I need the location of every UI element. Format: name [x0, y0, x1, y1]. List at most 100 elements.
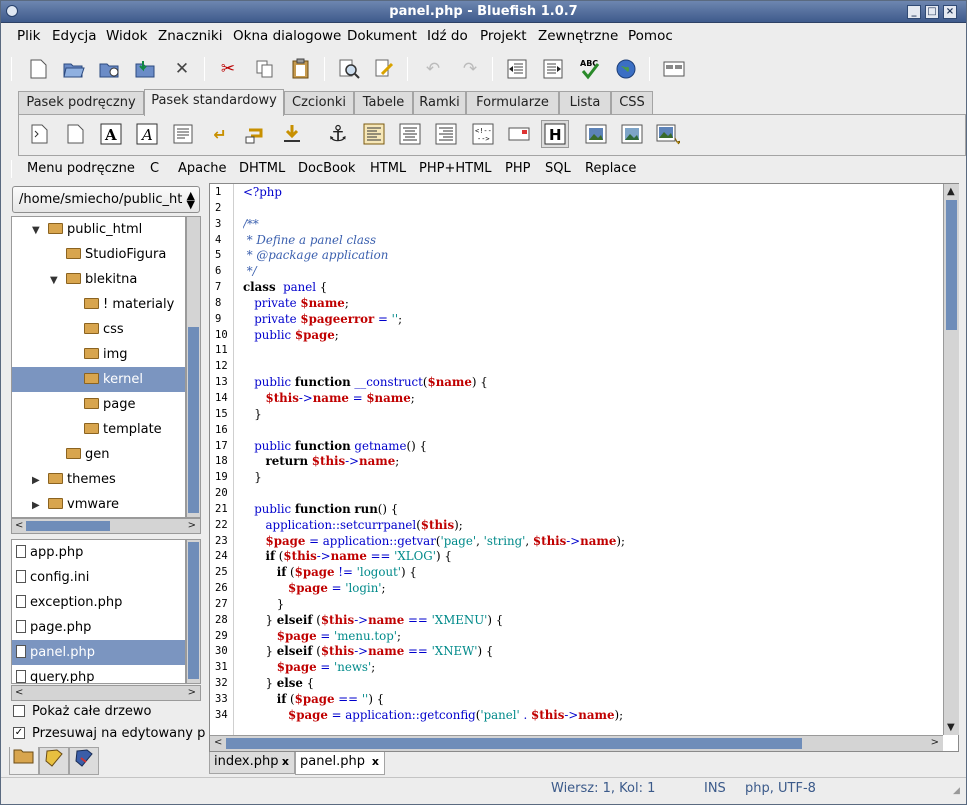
scrollbar-thumb[interactable] — [188, 542, 199, 679]
menu-plik[interactable]: Plik — [17, 28, 40, 44]
file-list-horizontal-scrollbar[interactable]: < > — [11, 685, 201, 701]
replace-icon[interactable] — [371, 55, 399, 83]
tab-pasek-standardowy[interactable]: Pasek standardowy — [144, 89, 284, 116]
anchor-icon[interactable]: ⚓ — [324, 120, 352, 148]
tree-horizontal-scrollbar[interactable]: < > — [11, 518, 201, 534]
tab-close-icon[interactable]: x — [372, 752, 379, 772]
checkmark-icon[interactable]: ✓ — [13, 726, 25, 739]
custom-menu-php-html[interactable]: PHP+HTML — [419, 161, 492, 176]
tree-item[interactable]: StudioFigura — [12, 242, 185, 267]
paste-icon[interactable] — [287, 55, 315, 83]
file-item[interactable]: page.php — [12, 615, 185, 640]
menu-idz-do[interactable]: Idź do — [427, 28, 468, 44]
path-combobox[interactable]: /home/smiecho/public_ht ▲ ▼ — [12, 186, 200, 213]
custom-menu-php[interactable]: PHP — [505, 161, 530, 176]
tree-item[interactable]: ▼ blekitna — [12, 267, 185, 292]
open-advanced-icon[interactable] — [96, 55, 124, 83]
bookmarks-tab-book-icon[interactable] — [39, 747, 69, 775]
editor-vertical-scrollbar[interactable]: ▲ ▼ — [943, 184, 959, 735]
doc-tab-index-php[interactable]: index.php x — [209, 752, 295, 774]
quickstart-icon[interactable] — [25, 120, 53, 148]
file-list[interactable]: app.php config.ini exception.php page.ph… — [11, 539, 186, 684]
scroll-right-icon[interactable]: > — [188, 687, 196, 698]
shift-left-icon[interactable] — [503, 55, 531, 83]
reference-tab-books-icon[interactable] — [69, 747, 99, 775]
scroll-right-icon[interactable]: > — [188, 520, 196, 531]
tree-item[interactable]: ▼ public_html — [12, 217, 185, 242]
menu-dokument[interactable]: Dokument — [347, 28, 417, 44]
scrollbar-thumb[interactable] — [188, 327, 199, 513]
expander-icon[interactable]: ▶ — [32, 468, 42, 493]
custom-menu-html[interactable]: HTML — [370, 161, 406, 176]
scroll-up-icon[interactable]: ▲ — [947, 186, 955, 197]
cut-icon[interactable]: ✂ — [214, 55, 242, 83]
align-center-icon[interactable] — [396, 120, 424, 148]
menu-edycja[interactable]: Edycja — [52, 28, 97, 44]
email-icon[interactable] — [505, 120, 533, 148]
tree-item[interactable]: ▶ vmware — [12, 492, 185, 517]
tree-item[interactable]: ! materialy — [12, 292, 185, 317]
fullscreen-icon[interactable] — [660, 55, 688, 83]
menu-widok[interactable]: Widok — [106, 28, 147, 44]
tab-czcionki[interactable]: Czcionki — [284, 91, 354, 115]
show-full-tree-checkbox[interactable]: Pokaż całe drzewo — [13, 704, 152, 719]
save-icon[interactable] — [132, 55, 160, 83]
minimize-icon[interactable]: _ — [907, 5, 921, 19]
tab-css[interactable]: CSS — [611, 91, 653, 115]
italic-icon[interactable]: A — [133, 120, 161, 148]
tab-tabele[interactable]: Tabele — [354, 91, 413, 115]
scroll-left-icon[interactable]: < — [214, 737, 222, 748]
close-window-icon[interactable]: × — [943, 5, 957, 19]
heading-icon[interactable]: H — [541, 120, 569, 148]
scroll-down-icon[interactable]: ▼ — [947, 722, 955, 733]
shift-right-icon[interactable] — [539, 55, 567, 83]
custom-menu-dhtml[interactable]: DHTML — [239, 161, 285, 176]
tab-lista[interactable]: Lista — [559, 91, 611, 115]
scroll-left-icon[interactable]: < — [15, 687, 23, 698]
break-icon[interactable]: ↵ — [206, 120, 234, 148]
file-item[interactable]: query.php — [12, 665, 185, 683]
tab-close-icon[interactable]: x — [282, 752, 289, 772]
scrollbar-thumb[interactable] — [226, 738, 802, 749]
nbsp-icon[interactable] — [278, 120, 306, 148]
tab-ramki[interactable]: Ramki — [413, 91, 466, 115]
file-list-vertical-scrollbar[interactable] — [186, 539, 201, 684]
thumbnail-icon[interactable] — [618, 120, 646, 148]
filebrowser-tab-folder-icon[interactable] — [9, 747, 39, 775]
tree-item-selected[interactable]: kernel — [12, 367, 185, 392]
tree-item[interactable]: template — [12, 417, 185, 442]
break-clear-icon[interactable] — [242, 120, 270, 148]
new-file-icon[interactable] — [24, 55, 52, 83]
custom-menu-menu-podreczne[interactable]: Menu podręczne — [27, 161, 135, 176]
multi-thumbnail-icon[interactable] — [654, 120, 682, 148]
spellcheck-icon[interactable]: ABC — [576, 55, 604, 83]
find-icon[interactable] — [335, 55, 363, 83]
scrollbar-thumb[interactable] — [946, 200, 957, 330]
custom-menu-sql[interactable]: SQL — [545, 161, 571, 176]
file-item[interactable]: exception.php — [12, 590, 185, 615]
tab-formularze[interactable]: Formularze — [466, 91, 559, 115]
expander-icon[interactable]: ▼ — [32, 218, 42, 243]
image-icon[interactable] — [582, 120, 610, 148]
editor-horizontal-scrollbar[interactable]: < > — [210, 735, 943, 751]
file-item[interactable]: app.php — [12, 540, 185, 565]
body-icon[interactable] — [61, 120, 89, 148]
custom-menu-replace[interactable]: Replace — [585, 161, 636, 176]
menu-znaczniki[interactable]: Znaczniki — [158, 28, 222, 44]
tree-item[interactable]: gen — [12, 442, 185, 467]
menu-projekt[interactable]: Projekt — [480, 28, 527, 44]
scroll-right-icon[interactable]: > — [931, 737, 939, 748]
maximize-icon[interactable]: □ — [925, 5, 939, 19]
open-icon[interactable] — [60, 55, 88, 83]
tree-item[interactable]: img — [12, 342, 185, 367]
follow-document-checkbox[interactable]: ✓ Przesuwaj na edytowany p — [13, 726, 205, 741]
tab-pasek-podreczny[interactable]: Pasek podręczny — [18, 91, 144, 115]
file-item[interactable]: config.ini — [12, 565, 185, 590]
resize-grip-icon[interactable]: ◢ — [953, 786, 960, 796]
expander-icon[interactable]: ▶ — [32, 493, 42, 517]
custom-menu-docbook[interactable]: DocBook — [298, 161, 355, 176]
menu-pomoc[interactable]: Pomoc — [628, 28, 673, 44]
copy-icon[interactable] — [251, 55, 279, 83]
directory-tree[interactable]: ▼ public_html StudioFigura ▼ blekitna ! ma… — [11, 216, 186, 518]
checkbox-box[interactable] — [13, 704, 25, 717]
